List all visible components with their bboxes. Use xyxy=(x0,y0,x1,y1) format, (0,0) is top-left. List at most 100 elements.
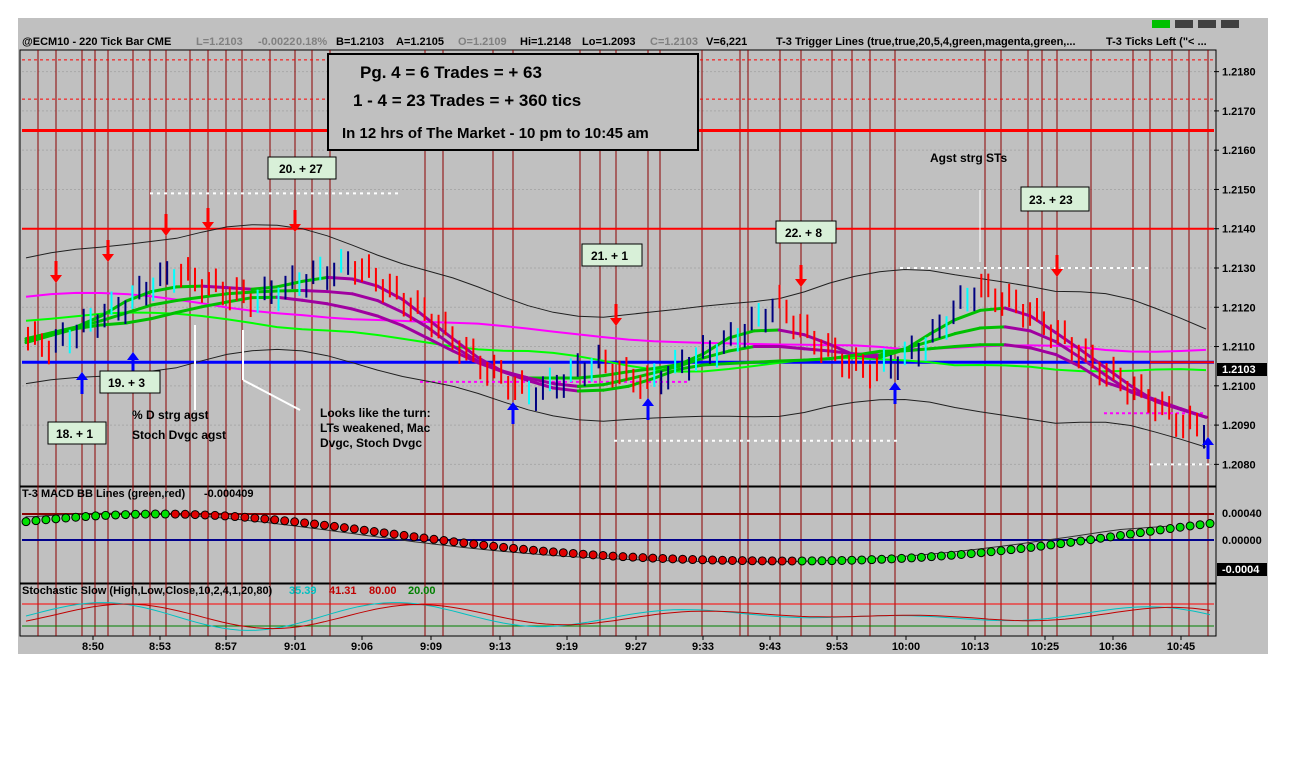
macd-dot xyxy=(210,510,220,520)
macd-dot xyxy=(1066,537,1076,547)
x-tick-label: 9:06 xyxy=(351,641,373,653)
macd-dot xyxy=(399,530,409,540)
window-maximize-icon[interactable] xyxy=(1198,20,1216,28)
stoch-value-2: 41.31 xyxy=(329,585,357,597)
macd-dot xyxy=(936,551,946,561)
x-tick-label: 8:53 xyxy=(149,641,171,653)
macd-dot xyxy=(887,554,897,564)
annotation-turn: Looks like the turn: LTs weakened, Mac D… xyxy=(320,406,431,450)
macd-dot xyxy=(658,553,668,563)
trade-box-21: 21. + 1 xyxy=(581,243,643,267)
macd-dot xyxy=(618,552,628,562)
macd-dot xyxy=(101,510,111,520)
macd-dot xyxy=(1155,525,1165,535)
macd-dot xyxy=(250,513,260,523)
macd-dot xyxy=(1145,526,1155,536)
macd-dot xyxy=(349,524,359,534)
trigger-line-segment xyxy=(953,343,982,349)
macd-dot xyxy=(986,547,996,557)
macd-dot xyxy=(449,537,459,547)
trigger-line-segment xyxy=(777,358,806,363)
title-strip xyxy=(18,18,1268,32)
macd-dot xyxy=(1076,536,1086,546)
trigger-line-segment xyxy=(752,328,781,333)
x-tick-label: 9:53 xyxy=(826,641,848,653)
macd-dot xyxy=(120,510,130,520)
macd-dot xyxy=(568,548,578,558)
trade-box-18: 18. + 1 xyxy=(47,421,107,445)
macd-dot xyxy=(359,525,369,535)
high-value: Hi=1.2148 xyxy=(520,36,571,48)
macd-dot xyxy=(150,509,160,519)
macd-dot xyxy=(319,520,329,530)
note2-line2: LTs weakened, Mac xyxy=(320,421,431,435)
macd-dot xyxy=(91,511,101,521)
window-minimize-icon[interactable] xyxy=(1175,20,1193,28)
macd-dot xyxy=(379,528,389,538)
macd-dot xyxy=(419,533,429,543)
macd-dot xyxy=(837,555,847,565)
macd-dot xyxy=(946,550,956,560)
macd-dot xyxy=(907,553,917,563)
current-price-label: 1.2103 xyxy=(1222,364,1256,376)
macd-dot xyxy=(1115,530,1125,540)
macd-dot xyxy=(797,556,807,566)
macd-tick-2: 0.00000 xyxy=(1222,535,1262,547)
macd-dot xyxy=(867,555,877,565)
macd-dot xyxy=(628,552,638,562)
chart-header: @ECM10 - 220 Tick Bar CME L=1.2103 -0.00… xyxy=(22,36,1207,48)
macd-dot xyxy=(727,555,737,565)
macd-dot xyxy=(897,553,907,563)
macd-dot xyxy=(160,509,170,519)
macd-dot xyxy=(1185,521,1195,531)
macd-dot xyxy=(479,540,489,550)
macd-value: -0.000409 xyxy=(204,488,254,500)
macd-dot xyxy=(1096,533,1106,543)
x-tick-label: 10:36 xyxy=(1099,641,1127,653)
y-tick-label: 1.2140 xyxy=(1222,224,1256,236)
summary-line-1: Pg. 4 = 6 Trades = + 63 xyxy=(360,63,542,82)
macd-dot xyxy=(1135,528,1145,538)
macd-dot xyxy=(737,556,747,566)
trigger-line-segment xyxy=(802,357,831,362)
macd-dot xyxy=(817,556,827,566)
stoch-title: Stochastic Slow (High,Low,Close,10,2,4,1… xyxy=(22,585,273,597)
macd-dot xyxy=(528,545,538,555)
macd-tick-1: 0.00040 xyxy=(1222,508,1262,520)
macd-dot xyxy=(787,556,797,566)
macd-dot xyxy=(439,536,449,546)
macd-dot xyxy=(230,512,240,522)
low-value: Lo=1.2093 xyxy=(582,36,636,48)
macd-dot xyxy=(847,555,857,565)
stoch-value-4: 20.00 xyxy=(408,585,436,597)
macd-dot xyxy=(1036,541,1046,551)
macd-dot xyxy=(777,556,787,566)
summary-line-3: In 12 hrs of The Market - 10 pm to 10:45… xyxy=(342,125,649,142)
x-tick-label: 8:50 xyxy=(82,641,104,653)
bid-value: B=1.2103 xyxy=(336,36,384,48)
x-tick-label: 8:57 xyxy=(215,641,237,653)
macd-dot xyxy=(240,512,250,522)
macd-dot xyxy=(688,555,698,565)
x-tick-label: 9:33 xyxy=(692,641,714,653)
macd-dot xyxy=(429,534,439,544)
note3: Agst strg STs xyxy=(930,151,1007,165)
macd-dot xyxy=(459,538,469,548)
stoch-value-3: 80.00 xyxy=(369,585,397,597)
trigger-lines-label: T-3 Trigger Lines (true,true,20,5,4,gree… xyxy=(776,36,1076,48)
macd-dot xyxy=(1026,542,1036,552)
window-status-icon xyxy=(1152,20,1170,28)
trigger-line-segment xyxy=(325,275,354,281)
x-tick-label: 10:00 xyxy=(892,641,920,653)
note1-line2: Stoch Dvgc agst xyxy=(132,428,226,442)
macd-dot xyxy=(538,546,548,556)
volume-value: V=6,221 xyxy=(706,36,747,48)
macd-dot xyxy=(469,539,479,549)
trade-label-21: 21. + 1 xyxy=(591,249,628,263)
macd-dot xyxy=(300,518,310,528)
y-tick-label: 1.2100 xyxy=(1222,381,1256,393)
macd-dot xyxy=(61,513,71,523)
macd-dot xyxy=(757,556,767,566)
macd-dot xyxy=(976,548,986,558)
window-close-icon[interactable] xyxy=(1221,20,1239,28)
